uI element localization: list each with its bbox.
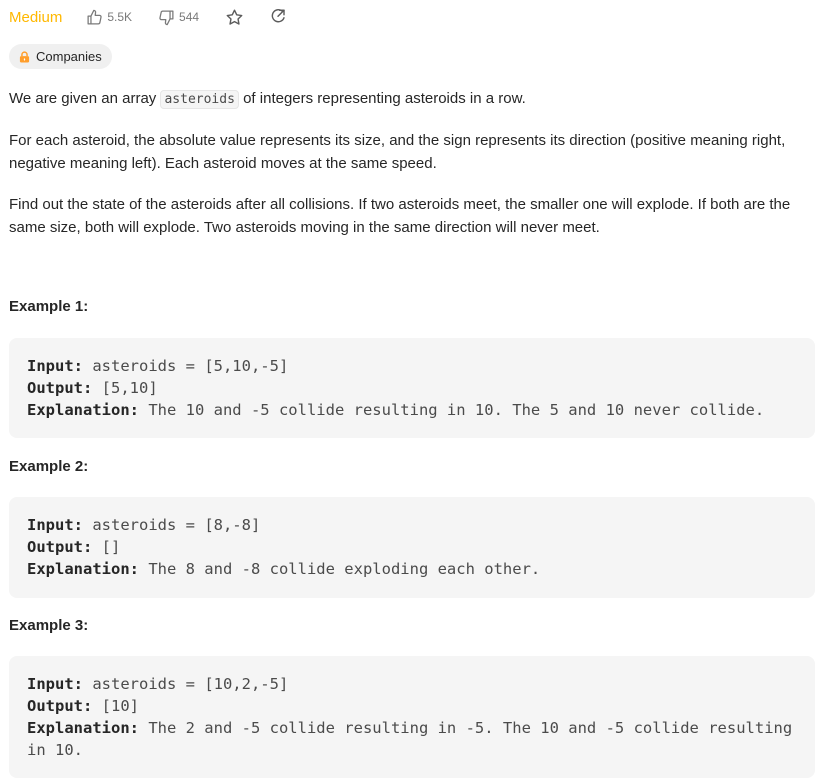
example-2-block: Input: asteroids = [8,-8] Output: [] Exp… xyxy=(9,497,815,598)
example-1-title: Example 1: xyxy=(9,298,89,315)
example-2-input: Input: asteroids = [8,-8] xyxy=(27,516,261,534)
description-paragraph-1: We are given an array asteroids of integ… xyxy=(9,90,526,109)
problem-header-bar: Medium 5.5K 544 xyxy=(9,5,312,29)
dislike-count: 544 xyxy=(179,10,200,24)
share-button[interactable] xyxy=(269,8,287,26)
example-2-title: Example 2: xyxy=(9,458,89,475)
lock-icon xyxy=(19,50,30,62)
example-1-block: Input: asteroids = [5,10,-5] Output: [5,… xyxy=(9,338,815,438)
example-1-input: Input: asteroids = [5,10,-5] xyxy=(27,357,289,375)
dislike-button[interactable]: 544 xyxy=(158,9,199,26)
like-button[interactable]: 5.5K xyxy=(86,9,132,26)
example-2-explanation: Explanation: The 8 and -8 collide explod… xyxy=(27,560,541,578)
example-1-explanation: Explanation: The 10 and -5 collide resul… xyxy=(27,401,765,419)
problem-description: We are given an array asteroids of integ… xyxy=(9,87,817,257)
difficulty-label: Medium xyxy=(9,8,63,26)
description-paragraph-2: For each asteroid, the absolute value re… xyxy=(9,132,786,172)
example-3-block: Input: asteroids = [10,2,-5] Output: [10… xyxy=(9,656,815,778)
share-icon xyxy=(271,9,285,23)
thumbs-down-icon xyxy=(159,9,174,25)
example-3-output: Output: [10] xyxy=(27,697,139,715)
example-3-explanation: Explanation: The 2 and -5 collide result… xyxy=(27,719,802,759)
star-icon xyxy=(226,9,243,25)
example-1-output: Output: [5,10] xyxy=(27,379,158,397)
description-paragraph-3: Find out the state of the asteroids afte… xyxy=(9,196,791,236)
companies-label: Companies xyxy=(36,49,102,64)
companies-tag[interactable]: Companies xyxy=(9,44,112,69)
like-count: 5.5K xyxy=(107,10,133,24)
thumbs-up-icon xyxy=(87,9,103,25)
example-3-input: Input: asteroids = [10,2,-5] xyxy=(27,675,289,693)
inline-code-asteroids: asteroids xyxy=(160,90,239,109)
example-3-title: Example 3: xyxy=(9,617,89,634)
favorite-button[interactable] xyxy=(225,8,244,27)
example-2-output: Output: [] xyxy=(27,538,121,556)
